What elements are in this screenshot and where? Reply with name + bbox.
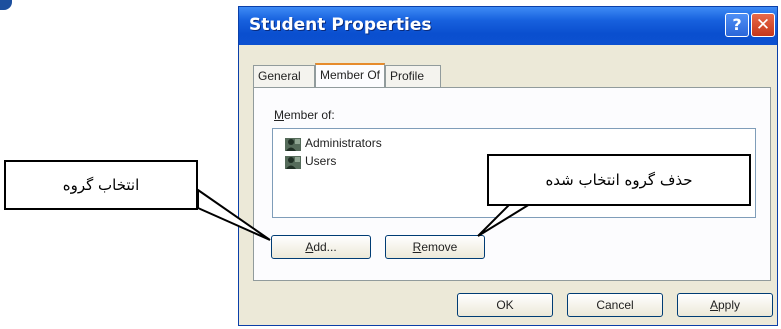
ok-button[interactable]: OK [457,293,553,317]
tab-general[interactable]: General [253,65,315,87]
group-icon [285,138,301,151]
cancel-button[interactable]: Cancel [567,293,663,317]
tab-member-of[interactable]: Member Of [315,63,385,88]
group-icon [285,156,301,169]
add-button[interactable]: Add... [271,235,371,259]
remove-button[interactable]: Remove [385,235,485,259]
annotation-remove-group: حذف گروه انتخاب شده [487,154,751,206]
close-button[interactable]: ✕ [751,13,775,37]
corner-decoration [0,0,12,10]
help-button[interactable]: ? [725,13,749,37]
close-icon: ✕ [755,15,771,35]
apply-button[interactable]: Apply [677,293,773,317]
group-name: Users [305,154,337,168]
member-of-label: Member of: [274,108,335,122]
tab-profile[interactable]: Profile [385,65,441,87]
group-name: Administrators [305,136,382,150]
title-bar[interactable]: Student Properties ? ✕ [239,7,777,45]
help-icon: ? [732,15,742,34]
annotation-select-group: انتخاب گروه [4,160,198,210]
dialog-title: Student Properties [249,15,432,35]
